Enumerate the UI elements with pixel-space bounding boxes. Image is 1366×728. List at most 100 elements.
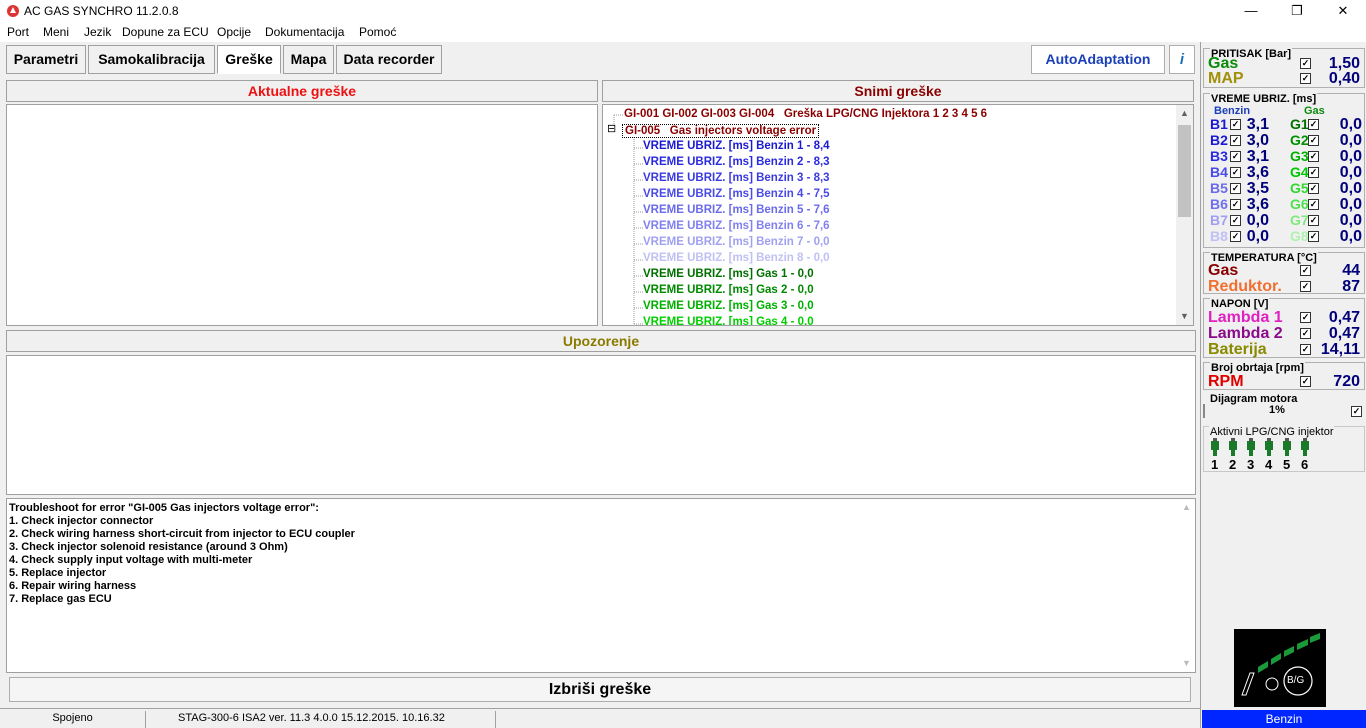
tree-child-item[interactable]: VREME UBRIZ. [ms] Benzin 3 - 8,3 (643, 172, 830, 184)
clear-errors-button[interactable]: Izbriši greške (9, 677, 1191, 702)
current-errors-list[interactable] (6, 104, 598, 326)
injector-icon (1229, 438, 1237, 456)
gas-injector-label: G7 (1290, 212, 1309, 228)
menu-dopune[interactable]: Dopune za ECU (122, 25, 209, 39)
tree-child-item[interactable]: VREME UBRIZ. [ms] Gas 2 - 0,0 (643, 284, 814, 296)
gas-injector-checkbox[interactable]: ✓ (1308, 151, 1319, 162)
troubleshoot-text[interactable]: Troubleshoot for error "GI-005 Gas injec… (6, 498, 1196, 673)
pressure-gas-checkbox[interactable]: ✓ (1300, 58, 1311, 69)
scroll-thumb[interactable] (1178, 125, 1191, 217)
tree-child-item[interactable]: VREME UBRIZ. [ms] Benzin 2 - 8,3 (643, 156, 830, 168)
tree-connector (634, 211, 643, 213)
device-info: STAG-300-6 ISA2 ver. 11.3 4.0.0 15.12.20… (145, 711, 495, 728)
menu-bar: Port Meni Jezik Dopune za ECU Opcije Dok… (0, 22, 1366, 42)
status-bar: Spojeno STAG-300-6 ISA2 ver. 11.3 4.0.0 … (0, 708, 1200, 728)
tree-child-item[interactable]: VREME UBRIZ. [ms] Benzin 4 - 7,5 (643, 188, 830, 200)
tree-connector (634, 259, 643, 261)
gas-injector-label: G4 (1290, 164, 1309, 180)
troubleshoot-line: 6. Repair wiring harness (9, 580, 137, 592)
window-title: AC GAS SYNCHRO 11.2.0.8 (24, 4, 179, 18)
injector-icon (1265, 438, 1273, 456)
gas-injector-checkbox[interactable]: ✓ (1308, 135, 1319, 146)
info-icon[interactable]: i (1169, 45, 1195, 74)
gas-injector-label: G8 (1290, 228, 1309, 244)
troubleshoot-scrollbar[interactable]: ▲ ▼ (1178, 499, 1195, 672)
troubleshoot-line: Troubleshoot for error "GI-005 Gas injec… (9, 502, 319, 514)
tree-connector (634, 179, 643, 181)
tab-data-recorder[interactable]: Data recorder (336, 45, 442, 74)
tab-samokalibracija[interactable]: Samokalibracija (88, 45, 215, 74)
troubleshoot-line: 3. Check injector solenoid resistance (a… (9, 541, 288, 553)
troubleshoot-line: 4. Check supply input voltage with multi… (9, 554, 253, 566)
menu-dokumentacija[interactable]: Dokumentacija (265, 25, 344, 39)
temp-reduktor-checkbox[interactable]: ✓ (1300, 281, 1311, 292)
tree-child-item[interactable]: VREME UBRIZ. [ms] Gas 1 - 0,0 (643, 268, 814, 280)
tree-child-item[interactable]: VREME UBRIZ. [ms] Benzin 1 - 8,4 (643, 140, 830, 152)
menu-pomoc[interactable]: Pomoć (359, 25, 396, 39)
scroll-down-icon[interactable]: ▼ (1176, 308, 1193, 325)
battery-checkbox[interactable]: ✓ (1300, 344, 1311, 355)
gas-injector-label: G2 (1290, 132, 1309, 148)
lambda1-checkbox[interactable]: ✓ (1300, 312, 1311, 323)
diagram-value: 1% (1269, 404, 1285, 416)
warning-body[interactable] (6, 355, 1196, 495)
scroll-up-icon[interactable]: ▲ (1176, 105, 1193, 122)
injector-number: 5 (1283, 457, 1291, 472)
injection-group: VREME UBRIZ. [ms] Benzin Gas B1 ✓ 3,1 G1 ✓ 0,… (1203, 93, 1365, 248)
collapse-icon[interactable]: ⊟ (607, 124, 616, 135)
benzin-injector-label: B5 (1210, 180, 1228, 196)
tree-child-item[interactable]: VREME UBRIZ. [ms] Benzin 6 - 7,6 (643, 220, 830, 232)
tree-child-item[interactable]: VREME UBRIZ. [ms] Benzin 7 - 0,0 (643, 236, 830, 248)
tab-greske[interactable]: Greške (217, 45, 281, 74)
scroll-up-icon[interactable]: ▲ (1178, 499, 1195, 516)
pressure-map-value: 0,40 (1328, 70, 1360, 87)
minimize-button[interactable]: — (1228, 0, 1274, 22)
tab-mapa[interactable]: Mapa (283, 45, 334, 74)
menu-jezik[interactable]: Jezik (84, 25, 111, 39)
tree-node-gi005[interactable]: GI-005 Gas injectors voltage error (622, 124, 820, 138)
tab-parametri[interactable]: Parametri (6, 45, 86, 74)
gas-injector-checkbox[interactable]: ✓ (1308, 183, 1319, 194)
rpm-value: 720 (1333, 373, 1360, 390)
benzin-injector-label: B3 (1210, 148, 1228, 164)
diagram-checkbox[interactable]: ✓ (1351, 406, 1362, 417)
temp-gas-checkbox[interactable]: ✓ (1300, 265, 1311, 276)
injector-number: 4 (1265, 457, 1273, 472)
tree-connector (634, 291, 643, 293)
tree-connector (634, 275, 643, 277)
close-button[interactable]: ✕ (1320, 0, 1366, 22)
tree-connector (634, 243, 643, 245)
tree-child-item[interactable]: VREME UBRIZ. [ms] Gas 4 - 0,0 (643, 316, 814, 325)
warning-header: Upozorenje (6, 330, 1196, 352)
rpm-checkbox[interactable]: ✓ (1300, 376, 1311, 387)
snapshot-errors-tree[interactable]: GI-001 GI-002 GI-003 GI-004 Greška LPG/C… (602, 104, 1194, 326)
menu-port[interactable]: Port (7, 25, 29, 39)
app-icon (7, 5, 19, 17)
tree-child-item[interactable]: VREME UBRIZ. [ms] Gas 3 - 0,0 (643, 300, 814, 312)
troubleshoot-line: 2. Check wiring harness short-circuit fr… (9, 528, 355, 540)
gas-injector-checkbox[interactable]: ✓ (1308, 119, 1319, 130)
menu-opcije[interactable]: Opcije (217, 25, 251, 39)
pressure-map-checkbox[interactable]: ✓ (1300, 73, 1311, 84)
diagram-bar: 1% (1203, 404, 1349, 418)
tree-connector (634, 147, 643, 149)
snapshot-scrollbar[interactable]: ▲ ▼ (1176, 105, 1193, 325)
injection-title: VREME UBRIZ. [ms] (1210, 93, 1318, 105)
tree-connector (634, 323, 643, 325)
lambda2-checkbox[interactable]: ✓ (1300, 328, 1311, 339)
gas-injector-checkbox[interactable]: ✓ (1308, 215, 1319, 226)
autoadaptation-button[interactable]: AutoAdaptation (1031, 45, 1165, 74)
maximize-button[interactable]: ❐ (1274, 0, 1320, 22)
status-empty (495, 711, 1200, 728)
scroll-down-icon[interactable]: ▼ (1178, 655, 1195, 672)
gas-injector-checkbox[interactable]: ✓ (1308, 199, 1319, 210)
troubleshoot-line: 7. Replace gas ECU (9, 593, 112, 605)
tree-node-gi001[interactable]: GI-001 GI-002 GI-003 GI-004 Greška LPG/C… (624, 108, 987, 120)
tree-child-item[interactable]: VREME UBRIZ. [ms] Benzin 5 - 7,6 (643, 204, 830, 216)
tree-connector (634, 163, 643, 165)
temp-reduktor-label: Reduktor. (1208, 278, 1282, 295)
tree-child-item[interactable]: VREME UBRIZ. [ms] Benzin 8 - 0,0 (643, 252, 830, 264)
menu-meni[interactable]: Meni (43, 25, 69, 39)
gas-injector-checkbox[interactable]: ✓ (1308, 167, 1319, 178)
gas-injector-checkbox[interactable]: ✓ (1308, 231, 1319, 242)
